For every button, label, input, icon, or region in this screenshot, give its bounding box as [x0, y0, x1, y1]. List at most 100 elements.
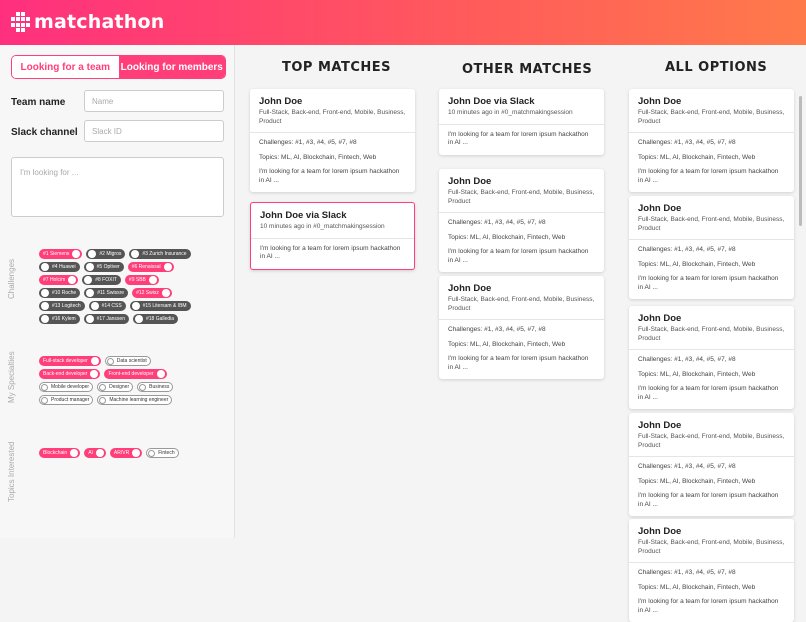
filter-chip[interactable]: Front-end developer [104, 369, 167, 379]
chip-label: #10 Roche [52, 290, 77, 296]
filter-chip[interactable]: #8 FOXIT [82, 275, 121, 285]
person-match-card[interactable]: John Doe Full-Stack, Back-end, Front-end,… [439, 169, 604, 272]
chip-label: #8 FOXIT [95, 277, 117, 283]
match-challenges: Challenges: #1, #3, #4, #5, #7, #8 [448, 219, 546, 226]
filter-chip[interactable]: #15 Litersam & IBM [129, 301, 191, 311]
filter-chip[interactable]: #10 Roche [39, 288, 81, 298]
chip-label: Machine learning engineer [109, 397, 169, 403]
match-name: John Doe [448, 176, 492, 187]
filter-chip[interactable]: #12 Swisz [132, 288, 172, 298]
person-match-card[interactable]: John Doe Full-Stack, Back-end, Front-end,… [629, 519, 794, 622]
chip-label: Fintech [158, 450, 175, 456]
chip-label: #16 Kylem [52, 316, 76, 322]
match-skills: Full-Stack, Back-end, Front-end, Mobile,… [638, 109, 785, 125]
filter-chip[interactable]: Machine learning engineer [97, 395, 173, 405]
match-topics: Topics: ML, AI, Blockchain, Fintech, Web [638, 477, 756, 485]
card-divider [439, 123, 604, 125]
slack-channel-label: Slack channel [11, 127, 78, 138]
chip-label: #4 Huawei [52, 264, 76, 270]
slack-match-card[interactable]: John Doe via Slack 10 minutes ago in #0_m… [250, 202, 415, 270]
filter-chip[interactable]: Mobile developer [39, 382, 94, 392]
chip-label: #5 Optiver [96, 264, 120, 270]
app-logo[interactable]: matchathon [11, 11, 165, 33]
match-challenges: Challenges: #1, #3, #4, #5, #7, #8 [638, 463, 736, 470]
slack-match-card[interactable]: John Doe via Slack 10 minutes ago in #0_m… [439, 89, 604, 155]
filter-chip[interactable]: #14 CSS [88, 301, 126, 311]
filter-chip[interactable]: #1 Siemens [39, 249, 83, 259]
match-challenges: Challenges: #1, #3, #4, #5, #7, #8 [638, 246, 736, 253]
filter-chip[interactable]: #5 Optiver [83, 262, 124, 272]
specialties-section-label: My Specialties [7, 351, 16, 403]
chip-label: Product manager [51, 397, 90, 403]
filter-chip[interactable]: #4 Huawei [39, 262, 80, 272]
chip-label: #9 SBB [128, 277, 146, 283]
slack-meta: 10 minutes ago in #0_matchmakingsession [260, 223, 385, 230]
looking-for-textarea[interactable]: I'm looking for ... [11, 157, 224, 217]
filter-chip[interactable]: #7 Holcim [39, 275, 79, 285]
looking-for-text: I'm looking for a team for lorem ipsum h… [638, 385, 779, 401]
chip-label: #2 Migros [99, 251, 122, 257]
challenges-section-label: Challenges [7, 258, 16, 299]
toggle-knob-icon [41, 315, 49, 323]
looking-for-members-tab[interactable]: Looking for members [118, 56, 225, 78]
match-skills: Full-Stack, Back-end, Front-end, Mobile,… [638, 326, 785, 342]
toggle-knob-icon [156, 370, 165, 378]
person-match-card[interactable]: John Doe Full-Stack, Back-end, Front-end,… [629, 413, 794, 516]
filter-chip[interactable]: Full-stack developer [39, 356, 101, 366]
toggle-knob-icon [90, 370, 99, 378]
person-match-card[interactable]: John Doe Full-Stack, Back-end, Front-end,… [250, 89, 415, 192]
filter-chip[interactable]: #6 Renaissal [127, 262, 174, 272]
filter-chip[interactable]: #11 Swissre [84, 288, 129, 298]
looking-for-team-tab[interactable]: Looking for a team [12, 56, 119, 78]
filter-chip[interactable]: #13 Logitech [39, 301, 85, 311]
match-skills: Full-Stack, Back-end, Front-end, Mobile,… [638, 433, 785, 449]
challenges-chip-group: #1 Siemens #2 Migros #3 Zurich Insurance #4… [39, 249, 199, 324]
topics-chip-group: Blockchain AI AR/VR Fintech [39, 448, 199, 458]
slack-id-input[interactable]: Slack ID [84, 120, 224, 142]
match-name: John Doe [638, 420, 682, 431]
person-match-card[interactable]: John Doe Full-Stack, Back-end, Front-end,… [629, 196, 794, 299]
person-match-card[interactable]: John Doe Full-Stack, Back-end, Front-end,… [629, 306, 794, 409]
chip-label: #1 Siemens [43, 251, 70, 257]
filter-chip[interactable]: #2 Migros [86, 249, 126, 259]
chip-label: Designer [109, 384, 130, 390]
toggle-knob-icon [68, 276, 77, 284]
match-name: John Doe [638, 526, 682, 537]
chip-label: #7 Holcim [43, 277, 66, 283]
person-match-card[interactable]: John Doe Full-Stack, Back-end, Front-end,… [629, 89, 794, 192]
filter-chip[interactable]: AR/VR [109, 448, 143, 458]
filter-chip[interactable]: Product manager [39, 395, 94, 405]
filter-chip[interactable]: Designer [97, 382, 134, 392]
person-match-card[interactable]: John Doe Full-Stack, Back-end, Front-end,… [439, 276, 604, 379]
filter-chip[interactable]: AI [84, 448, 106, 458]
all-options-title: ALL OPTIONS [665, 60, 768, 75]
match-challenges: Challenges: #1, #3, #4, #5, #7, #8 [638, 139, 736, 146]
chip-label: AR/VR [113, 450, 130, 456]
toggle-knob-icon [106, 357, 114, 365]
match-challenges: Challenges: #1, #3, #4, #5, #7, #8 [638, 569, 736, 576]
filter-chip[interactable]: #3 Zurich Insurance [129, 249, 191, 259]
filter-chip[interactable]: Blockchain [39, 448, 81, 458]
card-divider [629, 562, 794, 563]
toggle-knob-icon [90, 357, 99, 365]
filter-chip[interactable]: Fintech [146, 448, 179, 458]
chip-label: #6 Renaissal [131, 264, 161, 270]
match-challenges: Challenges: #1, #3, #4, #5, #7, #8 [448, 326, 546, 333]
match-name: John Doe [259, 96, 303, 107]
filter-chip[interactable]: Data scientist [104, 356, 151, 366]
filter-chip[interactable]: #9 SBB [124, 275, 159, 285]
filter-chip[interactable]: #17 Janssen [83, 314, 129, 324]
filter-chip[interactable]: #18 Galledia [132, 314, 179, 324]
match-name: John Doe via Slack [260, 210, 347, 221]
looking-for-text: I'm looking for a team for lorem ipsum h… [259, 168, 400, 184]
card-divider [629, 239, 794, 240]
team-name-input[interactable]: Name [84, 90, 224, 112]
filter-chip[interactable]: #16 Kylem [39, 314, 80, 324]
filter-chip[interactable]: Back-end developer [39, 369, 101, 379]
toggle-knob-icon [85, 315, 94, 323]
card-divider [629, 456, 794, 457]
filter-chip[interactable]: Business [137, 382, 174, 392]
scrollbar[interactable] [799, 96, 802, 226]
match-skills: Full-Stack, Back-end, Front-end, Mobile,… [448, 189, 595, 205]
toggle-knob-icon [41, 302, 49, 310]
